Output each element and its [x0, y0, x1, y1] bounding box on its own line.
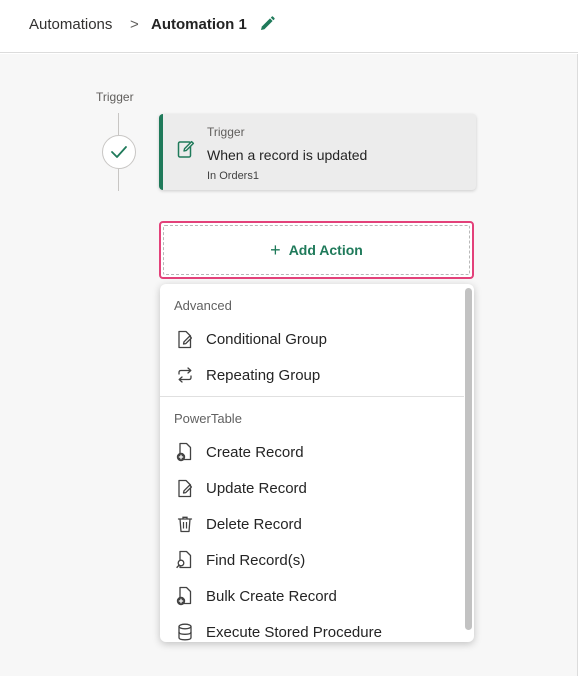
timeline-connector-top: [118, 113, 119, 135]
database-icon: [176, 622, 194, 642]
trigger-card-kicker: Trigger: [207, 125, 245, 139]
menu-item-update-record[interactable]: Update Record: [160, 470, 462, 506]
menu-item-label: Delete Record: [206, 515, 302, 533]
find-record-icon: [176, 550, 194, 570]
breadcrumb-current: Automation 1: [151, 16, 247, 33]
menu-item-label: Conditional Group: [206, 330, 327, 348]
plus-icon: +: [270, 240, 281, 260]
step-complete-indicator: [102, 135, 136, 169]
add-action-label: Add Action: [288, 242, 363, 258]
create-record-icon: [176, 442, 194, 462]
edit-document-icon: [177, 138, 195, 160]
menu-item-conditional-group[interactable]: Conditional Group: [160, 321, 462, 357]
conditional-group-icon: [176, 329, 194, 349]
breadcrumb-automations-link[interactable]: Automations: [29, 16, 112, 33]
menu-item-create-record[interactable]: Create Record: [160, 434, 462, 470]
checkmark-icon: [111, 146, 127, 158]
menu-item-label: Create Record: [206, 443, 304, 461]
menu-item-delete-record[interactable]: Delete Record: [160, 506, 462, 542]
trash-icon: [176, 514, 194, 534]
menu-item-execute-stored-procedure[interactable]: Execute Stored Procedure: [160, 614, 462, 642]
menu-group-divider: [160, 396, 464, 397]
add-action-button[interactable]: + Add Action: [159, 221, 474, 279]
trigger-card-subtitle: In Orders1: [207, 170, 259, 182]
menu-item-label: Find Record(s): [206, 551, 306, 569]
menu-scrollbar[interactable]: [465, 288, 472, 630]
timeline-connector-bottom: [118, 169, 119, 191]
add-action-menu: Advanced Conditional Group Repeating Gro…: [160, 284, 474, 642]
menu-group-title-advanced: Advanced: [174, 298, 232, 313]
header-bar: Automations > Automation 1: [0, 0, 578, 53]
timeline-trigger-label: Trigger: [96, 90, 134, 104]
trigger-card[interactable]: Trigger When a record is updated In Orde…: [159, 114, 476, 190]
menu-item-repeating-group[interactable]: Repeating Group: [160, 357, 462, 393]
update-record-icon: [176, 478, 194, 498]
bulk-create-icon: [176, 586, 194, 606]
trigger-card-title: When a record is updated: [207, 147, 368, 163]
repeat-icon: [176, 365, 194, 385]
menu-item-bulk-create-record[interactable]: Bulk Create Record: [160, 578, 462, 614]
menu-item-find-records[interactable]: Find Record(s): [160, 542, 462, 578]
menu-item-label: Update Record: [206, 479, 307, 497]
menu-group-title-powertable: PowerTable: [174, 411, 242, 426]
breadcrumb-separator: >: [130, 16, 139, 33]
menu-item-label: Execute Stored Procedure: [206, 623, 382, 641]
menu-item-label: Repeating Group: [206, 366, 321, 384]
pencil-edit-icon[interactable]: [258, 15, 276, 33]
menu-item-label: Bulk Create Record: [206, 587, 337, 605]
